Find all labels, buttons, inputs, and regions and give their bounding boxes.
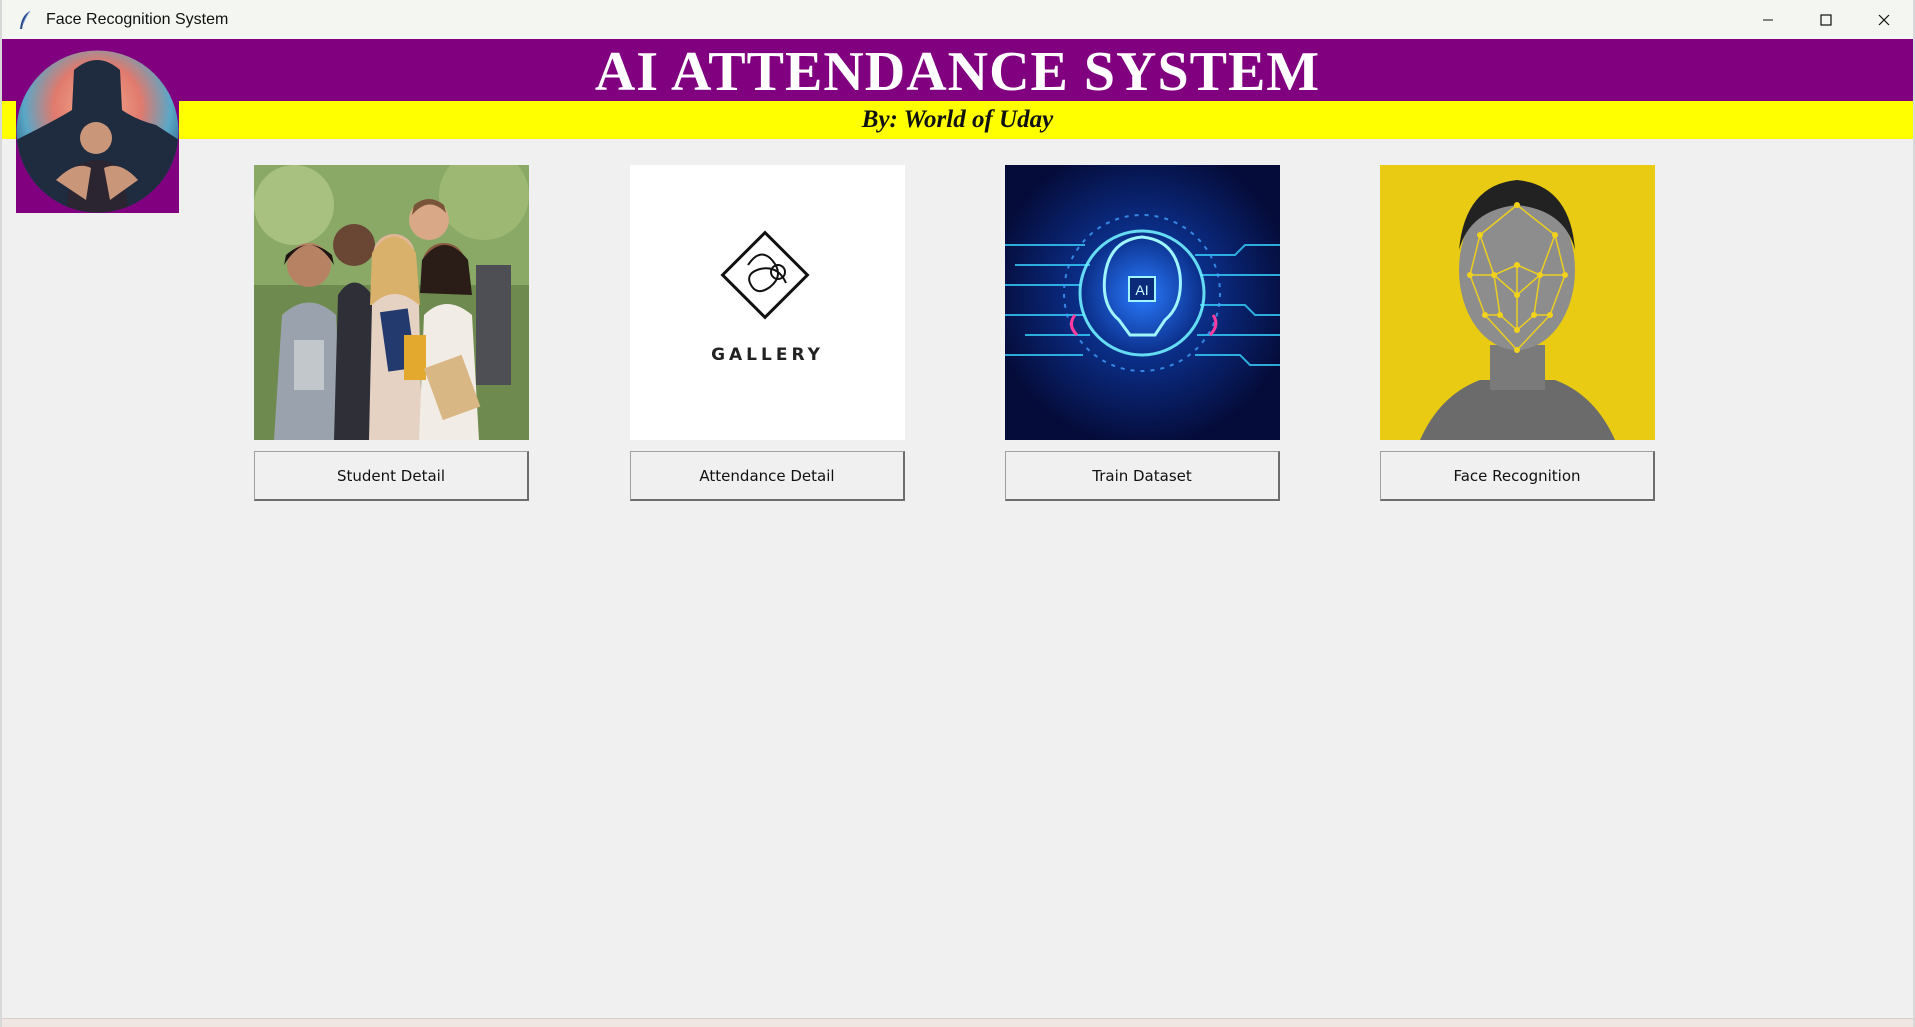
window-title: Face Recognition System: [46, 10, 229, 28]
page-title: AI ATTENDANCE SYSTEM: [594, 41, 1321, 103]
face-recognition-image: [1380, 165, 1655, 440]
close-icon: [1878, 14, 1890, 25]
student-detail-image: [254, 165, 529, 440]
feather-icon: [14, 9, 36, 31]
train-dataset-button[interactable]: Train Dataset: [1005, 451, 1280, 501]
minimize-button[interactable]: [1739, 0, 1797, 39]
window-bottom-edge: [2, 1018, 1913, 1027]
minimize-icon: [1763, 19, 1773, 20]
app-window: Face Recognition System AI ATTENDANCE SY…: [0, 0, 1915, 1027]
profile-avatar-icon: [16, 50, 179, 213]
close-button[interactable]: [1855, 0, 1913, 39]
page-subtitle: By: World of Uday: [861, 106, 1054, 133]
train-dataset-image: AI: [1005, 165, 1280, 440]
maximize-icon: [1820, 13, 1832, 26]
face-recognition-button[interactable]: Face Recognition: [1380, 451, 1655, 501]
gallery-logo-text: GALLERY: [711, 345, 824, 365]
maximize-button[interactable]: [1797, 0, 1855, 39]
attendance-detail-image: GALLERY: [630, 165, 905, 440]
title-bar: Face Recognition System: [2, 0, 1913, 40]
svg-text:AI: AI: [1135, 282, 1148, 298]
attendance-detail-button[interactable]: Attendance Detail: [630, 451, 905, 501]
profile-logo: [16, 50, 179, 213]
student-detail-button[interactable]: Student Detail: [254, 451, 529, 501]
